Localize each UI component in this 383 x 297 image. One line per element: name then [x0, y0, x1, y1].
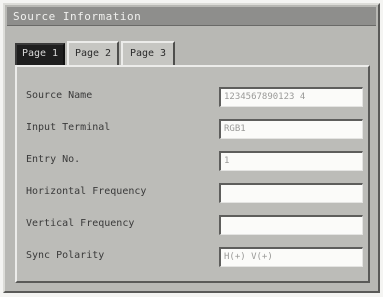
input-terminal-label: Input Terminal — [26, 122, 111, 133]
horizontal-frequency-field — [219, 183, 363, 203]
sync-polarity-field: H(+) V(+) — [219, 247, 363, 267]
input-terminal-field: RGB1 — [219, 119, 363, 139]
source-information-window: Source Information Page 1 Page 2 Page 3 … — [3, 3, 380, 293]
vertical-frequency-label: Vertical Frequency — [26, 218, 135, 229]
sync-polarity-row: Sync Polarity H(+) V(+) — [17, 247, 368, 267]
info-panel: Source Name 1234567890123 4 Input Termin… — [15, 65, 370, 283]
vertical-frequency-field — [219, 215, 363, 235]
source-name-label: Source Name — [26, 90, 93, 101]
tab-page-3[interactable]: Page 3 — [121, 41, 175, 65]
title-bar[interactable]: Source Information — [7, 7, 376, 26]
sync-polarity-label: Sync Polarity — [26, 250, 105, 261]
entry-no-row: Entry No. 1 — [17, 151, 368, 171]
tab-page-1[interactable]: Page 1 — [15, 43, 65, 65]
source-name-field: 1234567890123 4 — [219, 87, 363, 107]
horizontal-frequency-label: Horizontal Frequency — [26, 186, 147, 197]
tab-page-2[interactable]: Page 2 — [67, 41, 119, 65]
vertical-frequency-row: Vertical Frequency — [17, 215, 368, 235]
horizontal-frequency-row: Horizontal Frequency — [17, 183, 368, 203]
source-name-row: Source Name 1234567890123 4 — [17, 87, 368, 107]
entry-no-field: 1 — [219, 151, 363, 171]
entry-no-label: Entry No. — [26, 154, 81, 165]
input-terminal-row: Input Terminal RGB1 — [17, 119, 368, 139]
window-title: Source Information — [13, 10, 142, 23]
